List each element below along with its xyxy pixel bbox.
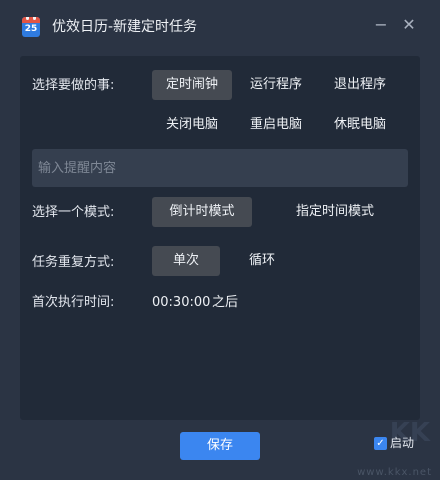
first-run-time: 00:30:00 <box>152 295 211 310</box>
calendar-app-icon: 25 <box>22 17 40 37</box>
close-icon[interactable]: ✕ <box>398 14 420 36</box>
first-run-suffix: 之后 <box>212 295 239 310</box>
window-title: 优效日历-新建定时任务 <box>52 19 198 35</box>
app-icon-number: 25 <box>24 24 38 34</box>
option-sleep[interactable]: 休眠电脑 <box>324 110 396 140</box>
task-dialog-window: 25 优效日历-新建定时任务 − ✕ 选择要做的事: 定时闹钟 运行程序 退出程… <box>0 0 440 480</box>
option-once[interactable]: 单次 <box>152 246 220 276</box>
reminder-content-input[interactable] <box>32 149 408 187</box>
option-countdown-mode[interactable]: 倒计时模式 <box>152 197 252 227</box>
task-type-label: 选择要做的事: <box>32 78 115 93</box>
settings-panel: 选择要做的事: 定时闹钟 运行程序 退出程序 关闭电脑 重启电脑 休眠电脑 选择… <box>20 56 420 420</box>
checkbox-checked-icon[interactable]: ✓ <box>374 437 387 450</box>
option-shutdown[interactable]: 关闭电脑 <box>156 110 228 140</box>
option-loop[interactable]: 循环 <box>240 246 284 276</box>
option-run-program[interactable]: 运行程序 <box>240 70 312 100</box>
autostart-label: 启动 <box>390 436 415 450</box>
title-bar[interactable]: 25 优效日历-新建定时任务 − ✕ <box>0 0 440 52</box>
option-restart[interactable]: 重启电脑 <box>240 110 312 140</box>
watermark-text: www.kkx.net <box>357 467 432 478</box>
option-exit-program[interactable]: 退出程序 <box>324 70 396 100</box>
mode-label: 选择一个模式: <box>32 205 115 220</box>
save-button[interactable]: 保存 <box>180 432 260 460</box>
minimize-icon[interactable]: − <box>370 14 392 36</box>
option-alarm[interactable]: 定时闹钟 <box>152 70 232 100</box>
first-run-label: 首次执行时间: <box>32 295 115 310</box>
repeat-label: 任务重复方式: <box>32 255 115 270</box>
option-specified-time-mode[interactable]: 指定时间模式 <box>280 197 390 227</box>
